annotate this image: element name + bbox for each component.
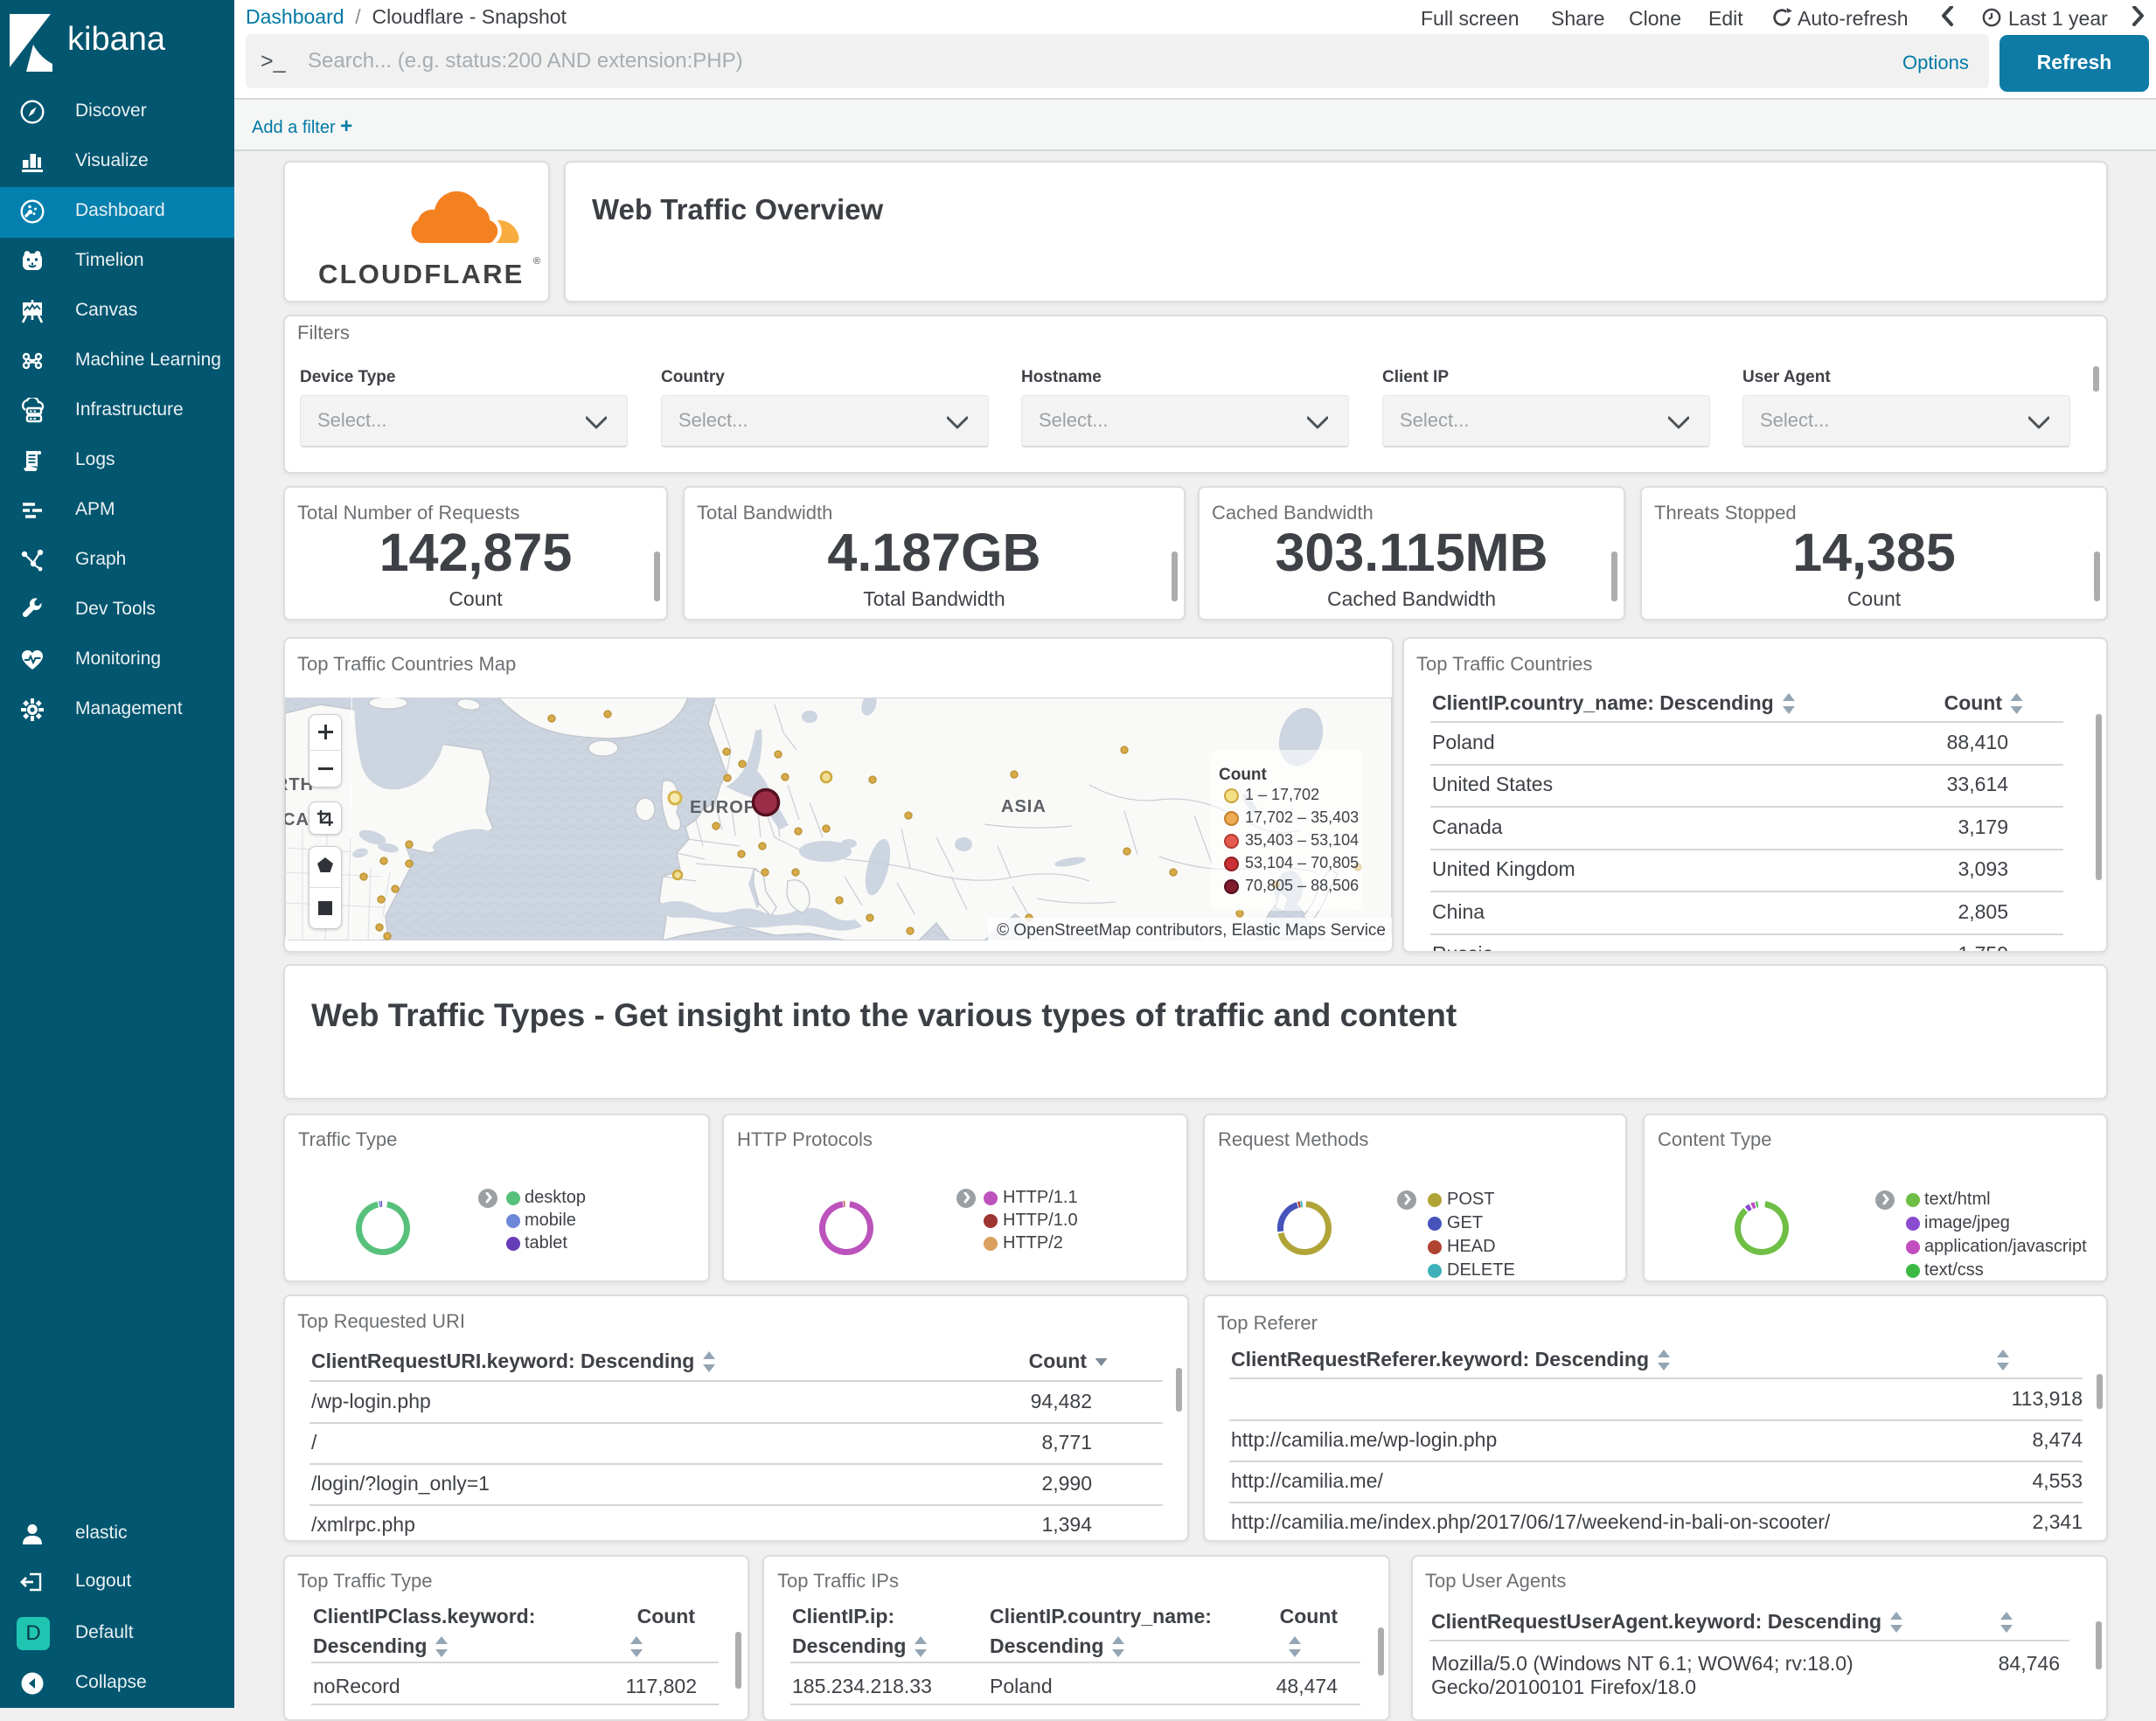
- svg-text:CLOUDFLARE: CLOUDFLARE: [318, 259, 525, 289]
- svg-text:AMERICA: AMERICA: [285, 810, 309, 829]
- svg-text:®: ®: [533, 256, 540, 267]
- svg-text:ASIA: ASIA: [1001, 797, 1047, 816]
